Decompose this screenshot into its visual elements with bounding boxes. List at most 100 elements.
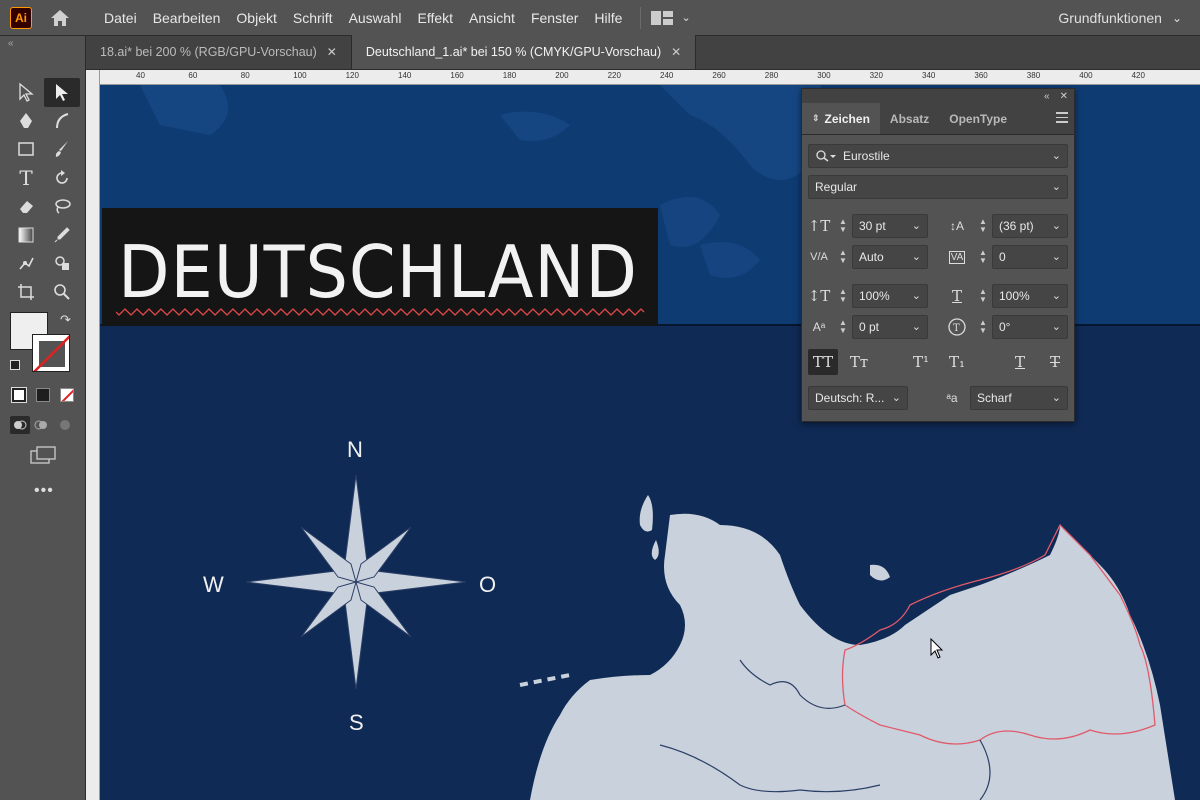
baseline-shift-field[interactable]: 0 pt ⌄ (852, 315, 928, 339)
language-select[interactable]: Deutsch: R... ⌄ (808, 386, 908, 410)
rotation-value: 0° (999, 320, 1011, 334)
color-mode-none[interactable] (60, 388, 74, 402)
collapse-icon[interactable]: « (8, 38, 14, 49)
underline-button[interactable]: T (1005, 349, 1035, 375)
gradient-tool-icon[interactable] (8, 221, 44, 250)
ruler-label: 160 (450, 71, 464, 80)
shape-builder-tool-icon[interactable] (44, 249, 80, 278)
small-caps-button[interactable]: Tт (844, 349, 874, 375)
vertical-scale-field[interactable]: 100% ⌄ (852, 284, 928, 308)
chevron-down-icon: ⌄ (911, 290, 921, 302)
menu-datei[interactable]: Datei (96, 0, 145, 36)
ruler-label: 120 (345, 71, 359, 80)
antialiasing-select[interactable]: Scharf ⌄ (970, 386, 1068, 410)
panel-menu-icon[interactable] (1056, 112, 1068, 126)
horizontal-scale-value: 100% (999, 289, 1030, 303)
screen-mode-icon[interactable] (30, 446, 56, 469)
menu-auswahl[interactable]: Auswahl (341, 0, 410, 36)
rotation-stepper[interactable]: ▲ ▼ (976, 315, 990, 339)
ruler-label: 200 (555, 71, 569, 80)
font-size-field[interactable]: 30 pt ⌄ (852, 214, 928, 238)
selection-tool-icon[interactable] (8, 78, 44, 107)
collapse-panel-icon[interactable]: « (1044, 91, 1050, 102)
puppet-warp-tool-icon[interactable] (8, 249, 44, 278)
home-icon[interactable] (48, 7, 72, 29)
close-icon[interactable]: ✕ (1060, 91, 1068, 102)
default-colors-icon[interactable] (10, 360, 20, 370)
menu-schrift[interactable]: Schrift (285, 0, 341, 36)
tab-opentype[interactable]: OpenType (939, 103, 1017, 134)
map-title[interactable]: DEUTSCHLAND (118, 230, 638, 314)
panel-tabs: ⇕ Zeichen Absatz OpenType (802, 103, 1074, 135)
chevron-down-icon: ⌄ (1051, 392, 1061, 404)
eraser-tool-icon[interactable] (8, 192, 44, 221)
tab-absatz[interactable]: Absatz (880, 103, 939, 134)
leading-stepper[interactable]: ▲ ▼ (976, 214, 990, 238)
chevron-down-icon: ⌄ (911, 251, 921, 263)
rotation-field[interactable]: 0° ⌄ (992, 315, 1068, 339)
draw-inside-icon[interactable] (58, 418, 72, 436)
all-caps-button[interactable]: TT (808, 349, 838, 375)
eyedropper-tool-icon[interactable] (44, 221, 80, 250)
leading-field[interactable]: (36 pt) ⌄ (992, 214, 1068, 238)
menu-hilfe[interactable]: Hilfe (586, 0, 630, 36)
font-style-field[interactable]: Regular ⌄ (808, 175, 1068, 199)
ruler-label: 80 (240, 71, 250, 80)
tracking-stepper[interactable]: ▲ ▼ (976, 245, 990, 269)
tab-document-1[interactable]: 18.ai* bei 200 % (RGB/GPU-Vorschau) ✕ (86, 35, 352, 69)
kerning-stepper[interactable]: ▲ ▼ (836, 245, 850, 269)
horizontal-ruler[interactable]: 40 60 80 100 120 140 160 180 200 220 240 260 280 300 3… (100, 70, 1200, 85)
font-family-value: Eurostile (843, 149, 890, 163)
type-tool-icon[interactable]: T (8, 164, 44, 193)
close-icon[interactable]: ✕ (671, 45, 681, 59)
draw-normal-icon[interactable] (10, 416, 30, 434)
chevron-down-icon: ⌄ (1051, 321, 1061, 333)
rectangle-tool-icon[interactable] (8, 135, 44, 164)
zoom-tool-icon[interactable] (44, 278, 80, 307)
lasso-tool-icon[interactable] (44, 192, 80, 221)
kerning-field[interactable]: Auto ⌄ (852, 245, 928, 269)
close-icon[interactable]: ✕ (327, 45, 337, 59)
rotate-tool-icon[interactable] (44, 164, 80, 193)
artboard-tool-icon[interactable] (8, 278, 44, 307)
direct-selection-tool-icon[interactable] (44, 78, 80, 107)
horizontal-scale-field[interactable]: 100% ⌄ (992, 284, 1068, 308)
baseline-shift-stepper[interactable]: ▲ ▼ (836, 315, 850, 339)
tab-document-2[interactable]: Deutschland_1.ai* bei 150 % (CMYK/GPU-Vo… (351, 35, 697, 69)
strikethrough-button[interactable]: T (1040, 349, 1070, 375)
chevron-down-icon: ⌄ (1051, 251, 1061, 263)
swap-colors-icon[interactable]: ↷ (60, 312, 71, 328)
svg-text:T: T (953, 323, 960, 334)
font-family-field[interactable]: Eurostile ⌄ (808, 144, 1068, 168)
baseline-shift-value: 0 pt (859, 320, 880, 334)
arrange-documents-icon[interactable]: ⌄ (651, 10, 691, 25)
curvature-tool-icon[interactable] (44, 107, 80, 136)
horizontal-scale-stepper[interactable]: ▲ ▼ (976, 284, 990, 308)
subscript-button[interactable]: T₁ (942, 349, 972, 375)
title-banner[interactable]: DEUTSCHLAND (102, 208, 658, 326)
menu-effekt[interactable]: Effekt (409, 0, 461, 36)
menu-ansicht[interactable]: Ansicht (461, 0, 523, 36)
color-mode-color[interactable] (11, 387, 27, 403)
more-tools-icon[interactable]: ••• (34, 482, 54, 500)
tool-grid: T (8, 78, 80, 306)
draw-behind-icon[interactable] (34, 418, 48, 436)
color-mode-gradient[interactable] (36, 388, 50, 402)
superscript-button[interactable]: T¹ (906, 349, 936, 375)
menu-fenster[interactable]: Fenster (523, 0, 586, 36)
character-rotation-icon: T (946, 315, 968, 339)
menu-objekt[interactable]: Objekt (228, 0, 284, 36)
vertical-ruler[interactable] (86, 70, 100, 800)
ruler-label: 100 (293, 71, 307, 80)
pen-tool-icon[interactable] (8, 107, 44, 136)
workspace-switcher[interactable]: Grundfunktionen ⌄ (1058, 0, 1182, 36)
antialiasing-icon: ᵃa (946, 391, 958, 405)
ruler-label: 380 (1026, 71, 1041, 80)
tab-zeichen[interactable]: ⇕ Zeichen (802, 103, 880, 134)
tracking-field[interactable]: 0 ⌄ (992, 245, 1068, 269)
font-size-stepper[interactable]: ▲ ▼ (836, 214, 850, 238)
vertical-scale-stepper[interactable]: ▲ ▼ (836, 284, 850, 308)
menu-bearbeiten[interactable]: Bearbeiten (145, 0, 229, 36)
paintbrush-tool-icon[interactable] (44, 135, 80, 164)
stroke-swatch[interactable] (32, 334, 70, 372)
